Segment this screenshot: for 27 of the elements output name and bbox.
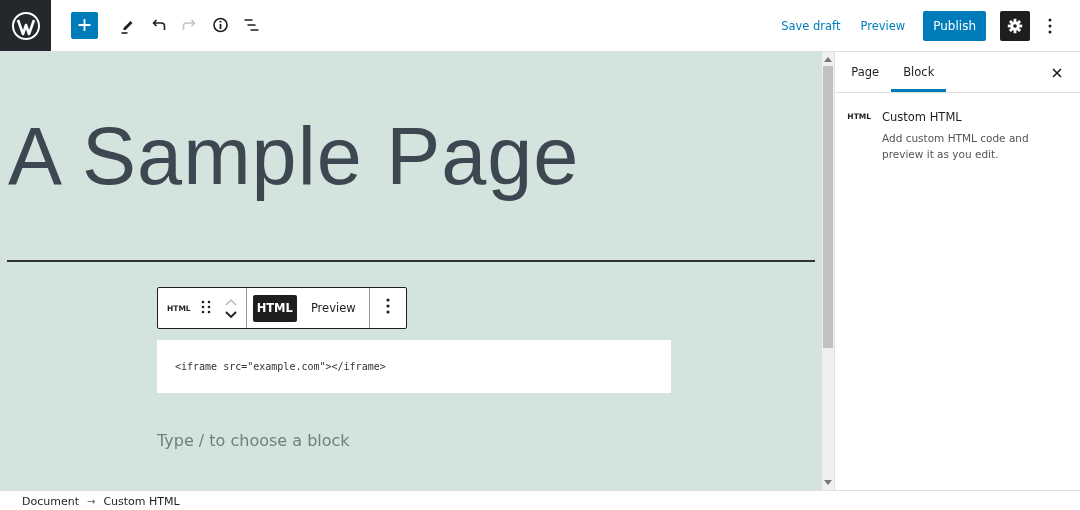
settings-button[interactable] (1000, 10, 1030, 41)
info-icon (211, 17, 229, 34)
scrollbar-thumb[interactable] (822, 66, 833, 348)
wordpress-logo-icon[interactable] (0, 0, 51, 51)
list-view-icon (242, 17, 260, 34)
publish-button[interactable]: Publish (923, 10, 986, 41)
block-name: Custom HTML (882, 110, 963, 124)
breadcrumb-link[interactable]: Document (22, 494, 79, 508)
sidebar-tab[interactable]: Page (839, 52, 892, 92)
add-button[interactable] (71, 12, 98, 39)
breadcrumb-link[interactable]: Custom HTML (103, 494, 180, 508)
preview-button[interactable]: Preview (854, 12, 912, 39)
scroll-down-icon[interactable] (823, 480, 832, 485)
block-description: Add custom HTML code and preview it as you edit. (882, 131, 1030, 162)
add-icon (76, 17, 93, 34)
settings-icon (1007, 17, 1023, 34)
save-draft-button[interactable]: Save draft (775, 12, 847, 39)
mode-button[interactable]: HTML (252, 294, 297, 322)
scroll-up-icon[interactable] (823, 57, 832, 62)
code-editor[interactable]: <iframe src="example.com"></iframe> (157, 340, 671, 394)
more-icon (1048, 17, 1052, 34)
mode-button[interactable]: Preview (306, 294, 360, 322)
page-title[interactable]: A Sample Page (8, 108, 822, 206)
code-text: <iframe src="example.com"></iframe> (175, 361, 386, 373)
breadcrumb-separator: → (87, 495, 96, 507)
sidebar-tab[interactable]: Block (891, 52, 947, 92)
move-down-icon[interactable] (224, 310, 237, 318)
